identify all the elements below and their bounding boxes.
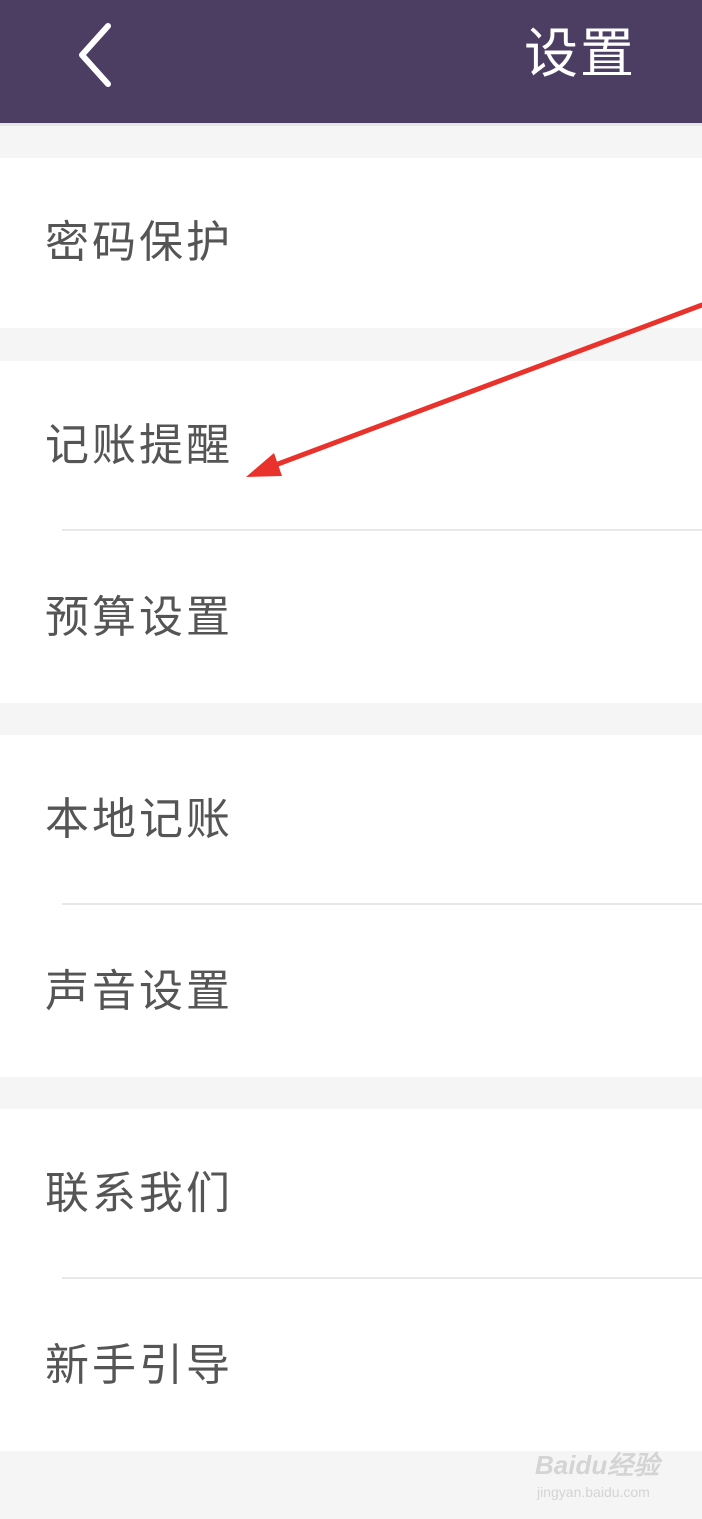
settings-item-local-bookkeeping[interactable]: 本地记账 (0, 735, 702, 905)
settings-group-security: 密码保护 (0, 158, 702, 328)
chevron-left-icon (79, 23, 111, 87)
watermark: Baidu经验 jingyan.baidu.com (535, 1440, 675, 1510)
settings-item-label: 新手引导 (45, 1340, 233, 1391)
list-divider (62, 529, 702, 531)
top-nav-bar: 设置 (0, 0, 702, 123)
settings-group-accounting: 记账提醒 预算设置 (0, 361, 702, 703)
settings-group-local: 本地记账 声音设置 (0, 735, 702, 1077)
list-divider (62, 903, 702, 905)
settings-item-label: 本地记账 (45, 794, 233, 845)
settings-item-password-protection[interactable]: 密码保护 (0, 158, 702, 328)
list-divider (62, 1277, 702, 1279)
settings-item-label: 记账提醒 (45, 420, 233, 471)
settings-item-bookkeeping-reminder[interactable]: 记账提醒 (0, 361, 702, 531)
page-title: 设置 (524, 22, 636, 85)
settings-item-label: 联系我们 (45, 1168, 233, 1219)
settings-item-label: 密码保护 (45, 217, 233, 268)
settings-item-label: 预算设置 (45, 592, 233, 643)
watermark-url: jingyan.baidu.com (537, 1484, 650, 1500)
settings-item-beginner-guide[interactable]: 新手引导 (0, 1281, 702, 1451)
back-button[interactable] (62, 18, 132, 94)
settings-item-contact-us[interactable]: 联系我们 (0, 1109, 702, 1279)
watermark-logo: Baidu经验 (535, 1450, 660, 1480)
settings-group-support: 联系我们 新手引导 (0, 1109, 702, 1451)
settings-item-budget-settings[interactable]: 预算设置 (0, 533, 702, 703)
settings-item-sound-settings[interactable]: 声音设置 (0, 907, 702, 1077)
settings-item-label: 声音设置 (45, 966, 233, 1017)
header-divider (0, 123, 702, 126)
